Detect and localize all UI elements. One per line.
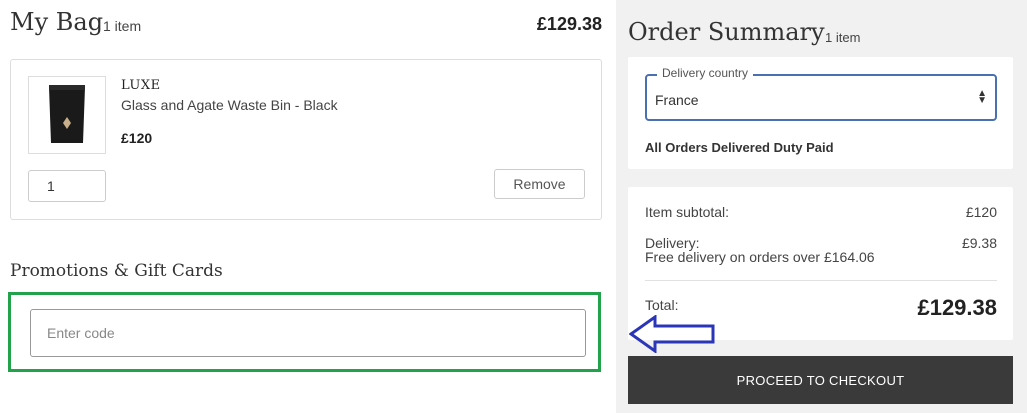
summary-title: Order Summary	[628, 18, 825, 46]
total-label: Total:	[645, 297, 679, 313]
item-price: £120	[121, 130, 153, 146]
delivery-value: £9.38	[961, 235, 997, 251]
bag-item-count: 1 item	[103, 18, 142, 34]
subtotal-label: Item subtotal:	[645, 204, 730, 220]
waste-bin-product-image	[49, 85, 85, 143]
promo-highlight-frame	[8, 292, 601, 372]
delivery-country-select-wrap: Delivery country France ▲ ▼	[645, 66, 997, 121]
promo-code-input[interactable]	[30, 309, 586, 357]
product-thumbnail[interactable]	[28, 76, 106, 154]
delivery-country-card: Delivery country France ▲ ▼ All Orders De…	[628, 57, 1013, 169]
duty-paid-note: All Orders Delivered Duty Paid	[645, 140, 834, 155]
total-value: £129.38	[917, 295, 997, 320]
select-arrows-icon: ▲ ▼	[977, 88, 987, 106]
left-arrow-annotation-icon	[629, 315, 715, 353]
free-delivery-note: Free delivery on orders over £164.06	[645, 249, 875, 265]
subtotal-value: £120	[965, 204, 997, 220]
summary-item-count: 1 item	[825, 30, 861, 45]
bag-header: My Bag 1 item £129.38	[10, 8, 602, 42]
delivery-country-select[interactable]: France	[647, 76, 995, 119]
bag-total: £129.38	[536, 14, 602, 34]
item-brand: LUXE	[121, 78, 161, 93]
item-name[interactable]: Glass and Agate Waste Bin - Black	[121, 97, 338, 113]
proceed-to-checkout-button[interactable]: PROCEED TO CHECKOUT	[628, 356, 1013, 404]
quantity-input[interactable]	[28, 170, 106, 202]
bag-title: My Bag	[10, 8, 104, 36]
promo-title: Promotions & Gift Cards	[10, 261, 223, 281]
remove-button[interactable]: Remove	[494, 169, 585, 199]
bag-item-card: LUXE Glass and Agate Waste Bin - Black £…	[10, 59, 602, 220]
totals-divider	[645, 280, 997, 281]
